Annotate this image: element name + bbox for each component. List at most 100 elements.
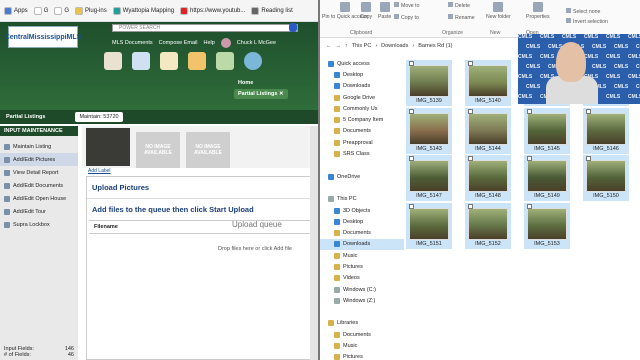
checkbox-icon[interactable] bbox=[527, 108, 532, 114]
sidebar-item[interactable]: Add/Edit Open House bbox=[0, 192, 78, 205]
checkbox-icon[interactable] bbox=[527, 156, 532, 161]
drop-zone-hint[interactable]: Drop files here or click Add file bbox=[218, 246, 292, 252]
nav-item[interactable]: Music bbox=[320, 340, 404, 351]
checkbox-icon[interactable] bbox=[527, 203, 532, 209]
compose-email-link[interactable]: Compose Email bbox=[159, 40, 198, 46]
nav-item[interactable]: Quick access bbox=[320, 58, 404, 69]
listing-photo[interactable] bbox=[86, 128, 130, 166]
file-item[interactable]: IMG_5140 bbox=[465, 60, 511, 106]
bookmark-item[interactable]: Apps bbox=[4, 6, 28, 15]
nav-item[interactable]: Windows (Z:) bbox=[320, 295, 404, 306]
nav-item[interactable]: Commonly Us bbox=[320, 103, 404, 114]
file-item[interactable]: IMG_5143 bbox=[406, 107, 452, 154]
nav-item[interactable]: Music bbox=[320, 250, 404, 261]
home-link[interactable]: Home bbox=[238, 80, 253, 86]
nav-item[interactable]: Libraries bbox=[320, 318, 404, 329]
help-link[interactable]: Help bbox=[203, 40, 214, 46]
checkbox-icon[interactable] bbox=[468, 203, 473, 209]
ribbon-button[interactable]: New folder bbox=[486, 2, 511, 20]
file-item[interactable]: IMG_5147 bbox=[406, 155, 452, 201]
file-item[interactable]: IMG_5153 bbox=[524, 202, 570, 249]
file-item[interactable]: IMG_5144 bbox=[465, 107, 511, 154]
avatar[interactable] bbox=[220, 38, 231, 48]
file-item[interactable]: IMG_5146 bbox=[583, 107, 629, 154]
ribbon-button[interactable]: Delete bbox=[448, 2, 470, 9]
up-icon[interactable]: ↑ bbox=[345, 43, 348, 49]
breadcrumb-folder[interactable]: Barnes Rd (1) bbox=[418, 43, 452, 49]
user-name[interactable]: Chuck L McGee bbox=[237, 40, 276, 46]
nav-item[interactable]: Google Drive bbox=[320, 92, 404, 103]
bookmark-item[interactable]: Wyattopia Mapping bbox=[112, 6, 174, 15]
back-icon[interactable]: ← bbox=[326, 43, 332, 49]
file-item[interactable]: IMG_5150 bbox=[583, 155, 629, 201]
microphone-icon[interactable] bbox=[289, 23, 297, 32]
checkbox-icon[interactable] bbox=[468, 156, 473, 161]
nav-item[interactable]: OneDrive bbox=[320, 171, 404, 182]
nav-item[interactable]: Desktop bbox=[320, 216, 404, 227]
sidebar-item[interactable]: Add/Edit Documents bbox=[0, 179, 78, 192]
mls-logo[interactable]: CentralMississippiMLS bbox=[5, 26, 81, 48]
search-doc-icon[interactable] bbox=[132, 52, 150, 70]
partial-listings-tag[interactable]: Partial Listings ✕ bbox=[234, 89, 288, 99]
sidebar-item[interactable]: Maintain Listing bbox=[0, 140, 78, 153]
ribbon-button[interactable]: Copy bbox=[360, 2, 372, 20]
no-image-placeholder[interactable]: NO IMAGE AVAILABLE bbox=[136, 132, 180, 168]
nav-item[interactable]: Desktop bbox=[320, 69, 404, 80]
checkbox-icon[interactable] bbox=[409, 156, 414, 161]
home-icon[interactable] bbox=[104, 52, 122, 70]
sidebar-item[interactable]: View Detail Report bbox=[0, 166, 78, 179]
tab-partial-listings[interactable]: Partial Listings bbox=[6, 114, 45, 120]
breadcrumb-this-pc[interactable]: This PC bbox=[352, 43, 372, 49]
nav-item[interactable]: SRS Class bbox=[320, 148, 404, 159]
file-item[interactable]: IMG_5149 bbox=[524, 155, 570, 201]
bookmark-item[interactable]: Reading list bbox=[251, 6, 293, 15]
forward-icon[interactable]: → bbox=[336, 43, 342, 49]
bookmark-item[interactable]: G bbox=[54, 6, 69, 15]
globe-icon[interactable] bbox=[244, 52, 262, 70]
nav-item[interactable]: This PC bbox=[320, 194, 404, 205]
file-item[interactable]: IMG_5152 bbox=[465, 202, 511, 249]
bookmark-item[interactable]: Plug-ins bbox=[75, 6, 107, 15]
sidebar-item[interactable]: Supra Lockbox bbox=[0, 218, 78, 231]
ribbon-button[interactable]: Properties bbox=[526, 2, 550, 20]
ribbon-button[interactable]: Paste bbox=[378, 2, 391, 20]
document-icon[interactable] bbox=[160, 52, 178, 70]
nav-item[interactable]: Pictures bbox=[320, 352, 404, 360]
file-item[interactable]: IMG_5148 bbox=[465, 155, 511, 201]
close-icon[interactable]: ✕ bbox=[279, 91, 284, 97]
nav-item[interactable]: Documents bbox=[320, 126, 404, 137]
breadcrumb-downloads[interactable]: Downloads bbox=[381, 43, 408, 49]
checkbox-icon[interactable] bbox=[586, 156, 591, 161]
bookmark-item[interactable]: https://www.youtub... bbox=[180, 6, 245, 15]
add-label-link[interactable]: Add Label bbox=[88, 168, 111, 174]
ribbon-button[interactable]: Copy to bbox=[394, 14, 419, 21]
nav-item[interactable]: 5 Company Item bbox=[320, 114, 404, 125]
no-image-placeholder[interactable]: NO IMAGE AVAILABLE bbox=[186, 132, 230, 168]
checkbox-icon[interactable] bbox=[409, 108, 414, 114]
tab-maintain[interactable]: Maintain: 53720 bbox=[75, 112, 123, 122]
nav-item[interactable]: Windows (C:) bbox=[320, 284, 404, 295]
file-item[interactable]: IMG_5151 bbox=[406, 202, 452, 249]
nav-item[interactable]: Preapproval bbox=[320, 137, 404, 148]
nav-item[interactable]: Videos bbox=[320, 273, 404, 284]
contacts-icon[interactable] bbox=[216, 52, 234, 70]
nav-item[interactable]: Downloads bbox=[320, 238, 404, 251]
nav-item[interactable]: Documents bbox=[320, 329, 404, 340]
nav-item[interactable]: Documents bbox=[320, 227, 404, 238]
ribbon-button[interactable]: Invert selection bbox=[566, 18, 608, 25]
checkbox-icon[interactable] bbox=[468, 61, 473, 66]
nav-item[interactable]: 3D Objects bbox=[320, 205, 404, 216]
house-listing-icon[interactable] bbox=[188, 52, 206, 70]
nav-item[interactable]: Downloads bbox=[320, 81, 404, 92]
bookmark-item[interactable]: G bbox=[33, 6, 48, 15]
checkbox-icon[interactable] bbox=[409, 203, 414, 209]
power-search-input[interactable]: POWER SEARCH bbox=[112, 24, 298, 32]
ribbon-button[interactable]: Rename bbox=[448, 14, 475, 21]
sidebar-item[interactable]: Add/Edit Pictures bbox=[0, 153, 78, 166]
checkbox-icon[interactable] bbox=[409, 61, 414, 66]
ribbon-button[interactable]: Select none bbox=[566, 8, 600, 15]
mls-documents-link[interactable]: MLS Documents bbox=[112, 40, 153, 46]
nav-item[interactable]: Pictures bbox=[320, 261, 404, 272]
file-item[interactable]: IMG_5139 bbox=[406, 60, 452, 106]
sidebar-item[interactable]: Add/Edit Tour bbox=[0, 205, 78, 218]
